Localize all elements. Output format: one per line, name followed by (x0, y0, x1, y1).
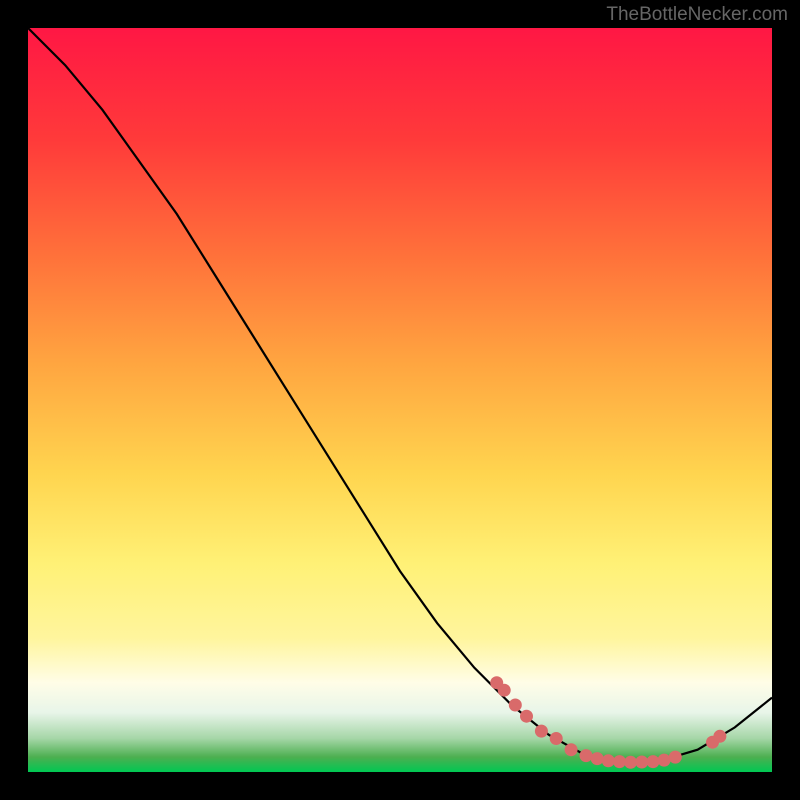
data-point (498, 684, 511, 697)
data-point (624, 756, 637, 769)
chart-svg (28, 28, 772, 772)
data-point (565, 743, 578, 756)
data-point (669, 751, 682, 764)
data-point (602, 754, 615, 767)
data-point (520, 710, 533, 723)
data-point (635, 756, 648, 769)
chart-area (28, 28, 772, 772)
data-point (550, 732, 563, 745)
chart-background (28, 28, 772, 772)
data-point (658, 754, 671, 767)
data-point (580, 749, 593, 762)
data-point (591, 752, 604, 765)
data-point (535, 725, 548, 738)
data-point (613, 755, 626, 768)
data-point (509, 699, 522, 712)
attribution-text: TheBottleNecker.com (606, 4, 788, 26)
data-point (647, 755, 660, 768)
data-point (713, 730, 726, 743)
